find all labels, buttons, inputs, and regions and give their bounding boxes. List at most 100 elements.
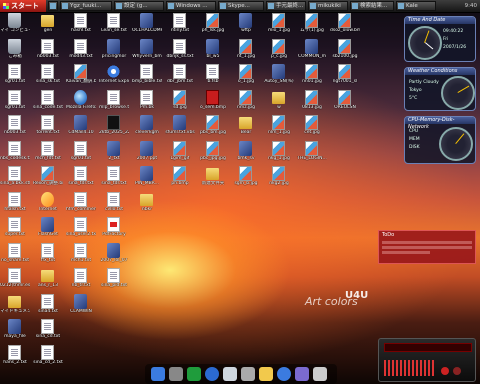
taskbar-button[interactable]: Kale: [396, 1, 436, 11]
system-tray-clock[interactable]: 9:40: [440, 0, 480, 12]
desktop-icon[interactable]: ph_lsk.jpg: [198, 13, 228, 39]
desktop-icon[interactable]: マイドキュメント: [0, 294, 30, 320]
quicklaunch-button[interactable]: [48, 1, 58, 11]
desktop-icon[interactable]: mio_1.jpg: [264, 13, 294, 39]
desktop-icon[interactable]: PIN_MBR...: [132, 166, 162, 192]
desktop-icon[interactable]: wftp: [231, 13, 261, 39]
dock-disk-icon[interactable]: [241, 367, 255, 381]
desktop-icon[interactable]: p_c.jpg: [264, 38, 294, 65]
dock-network-icon[interactable]: [277, 367, 291, 381]
desktop-icon[interactable]: nb003.txt: [0, 115, 30, 141]
start-button[interactable]: スタート: [0, 0, 46, 12]
desktop-icon[interactable]: 新建文件夹: [198, 166, 228, 192]
desktop-icon[interactable]: sina_user2.txt: [66, 217, 96, 243]
taskbar-button[interactable]: 設定 (g...: [114, 1, 164, 11]
desktop-icon[interactable]: 2ktb_2025_22: [99, 115, 129, 141]
desktop-icon[interactable]: 0813.jpg: [297, 89, 327, 116]
desktop-icon[interactable]: Mozilla Firefox: [66, 89, 96, 116]
desktop-icon[interactable]: Lgim_gif: [165, 140, 195, 167]
desktop-icon[interactable]: hfm_comments: [66, 191, 96, 218]
desktop-icon[interactable]: nt_1.jpg: [231, 38, 261, 65]
desktop-icon[interactable]: hans_2.txt: [0, 344, 30, 371]
media-player-widget[interactable]: [378, 338, 476, 382]
desktop-icon[interactable]: dbnjk_ss.txt: [165, 38, 195, 65]
desktop-icon[interactable]: Whyvern_bm: [132, 38, 162, 65]
desktop-icon[interactable]: sb2100.jpg: [330, 38, 360, 65]
desktop-icon[interactable]: Lean_se.txt: [99, 13, 129, 39]
desktop-icon[interactable]: sina_pid.txt: [99, 268, 129, 294]
desktop-icon[interactable]: gen: [33, 13, 63, 39]
desktop-icon[interactable]: sfuml.txt.vbs: [165, 115, 195, 141]
desktop-icon[interactable]: Internet Explorer: [99, 64, 129, 90]
desktop-icon[interactable]: sina4.txt: [33, 293, 63, 320]
play-icon[interactable]: [441, 367, 449, 375]
desktop-icon[interactable]: COMMON_m: [297, 38, 327, 65]
desktop-icon[interactable]: Autoy_SN(%): [264, 64, 294, 90]
desktop-icon[interactable]: pricingmor: [99, 38, 129, 65]
desktop-icon[interactable]: ntiny.txt: [165, 13, 195, 39]
desktop-icon[interactable]: cvllo.txt: [99, 191, 129, 218]
desktop-icon[interactable]: sgr01.txt: [66, 140, 96, 167]
taskbar-button[interactable]: Skype...: [218, 1, 264, 11]
dock-tool-icon[interactable]: [313, 367, 327, 381]
desktop-icon[interactable]: maya_file: [0, 319, 30, 345]
dock-media-icon[interactable]: [295, 367, 309, 381]
desktop-icon[interactable]: sina_cd_2.txt: [33, 344, 63, 371]
desktop-icon[interactable]: Bear: [231, 115, 261, 141]
desktop-icon[interactable]: super.txt: [0, 217, 30, 243]
desktop-icon[interactable]: nlm_1.jpg: [264, 115, 294, 141]
desktop-icon[interactable]: pbs_bm.jpg: [198, 115, 228, 141]
desktop-icon[interactable]: ごみ箱: [0, 38, 30, 65]
desktop-icon[interactable]: THE_LOGIN...: [297, 140, 327, 167]
desktop-icon[interactable]: sina_a.bkk.stk: [0, 166, 30, 192]
desktop-icon[interactable]: w: [264, 90, 294, 116]
desktop-icon[interactable]: ffx_txt: [33, 242, 63, 269]
desktop-icon[interactable]: o_1.jpg: [231, 64, 261, 90]
desktop-icon[interactable]: OCLHALCDMF: [132, 13, 162, 39]
time-date-gadget[interactable]: Time And Date 09:40:22 Fri 2007/1/26: [404, 16, 476, 62]
taskbar-button[interactable]: Ygz_fuuki...: [60, 1, 112, 11]
desktop-icon[interactable]: 0212(thmr.esp): [0, 268, 30, 294]
desktop-icon[interactable]: sina_code.txt: [33, 89, 63, 116]
desktop-icon[interactable]: OREOLSN: [330, 89, 360, 116]
cpu-meter-gadget[interactable]: CPU-Memory-Disk-Network CPU MEM DISK: [404, 116, 476, 164]
weather-gadget[interactable]: Weather Conditions Partly Cloudy Tokyo 5…: [404, 67, 476, 111]
desktop-icon[interactable]: Rexon_調整.bmp: [33, 166, 63, 192]
desktop-icon[interactable]: PdfFactory: [99, 217, 129, 243]
desktop-icon[interactable]: sd.jpg: [165, 89, 195, 116]
desktop-icon[interactable]: sina_tdr.txt: [66, 166, 96, 192]
desktop-icon[interactable]: dbr_jbm.txt: [165, 64, 195, 90]
desktop-icon[interactable]: mch1.txt: [66, 242, 96, 269]
desktop-icon[interactable]: 2007_lol_07: [99, 242, 129, 269]
desktop-icon[interactable]: マイ コンピュータ: [0, 13, 30, 39]
taskbar-button[interactable]: 検索結果...: [350, 1, 394, 11]
desktop-icon[interactable]: ngt7001_sl: [330, 64, 360, 90]
desktop-icon[interactable]: CLAMWIN: [66, 293, 96, 320]
desktop-icon[interactable]: nmz.jpg: [231, 89, 261, 116]
desktop-icon[interactable]: sgr01.txt: [0, 64, 30, 90]
stop-icon[interactable]: [453, 367, 461, 375]
desktop-icon[interactable]: cleverkgm: [132, 115, 162, 141]
desktop-icon[interactable]: cet.jpg: [297, 115, 327, 141]
desktop-icon[interactable]: mlp_browse.txt: [99, 89, 129, 116]
desktop-icon[interactable]: Pm.bk: [132, 89, 162, 116]
desktop-icon[interactable]: mch_fdt.txt: [33, 140, 63, 167]
desktop-icon[interactable]: pbc_jpg.jpg: [198, 140, 228, 167]
desktop-icon[interactable]: sina_tdr.txt: [99, 166, 129, 192]
taskbar-button[interactable]: Windows ...: [166, 1, 216, 11]
todo-gadget[interactable]: ToDo: [378, 230, 476, 264]
dock-globe-icon[interactable]: [205, 367, 219, 381]
desktop-icon[interactable]: b.fsb: [198, 64, 228, 90]
desktop-icon[interactable]: ムサ(1).jpg: [297, 13, 327, 39]
desktop-icon[interactable]: o_sem.bmp: [198, 89, 228, 116]
desktop-icon[interactable]: ph.bmp: [165, 166, 195, 192]
desktop-icon[interactable]: dsoz_olow.bmp: [330, 13, 360, 39]
taskbar-button[interactable]: 手元最終...: [266, 1, 306, 11]
desktop-icon[interactable]: 2007.ppt: [132, 140, 162, 167]
desktop-icon[interactable]: no_share.txt: [0, 242, 30, 269]
desktop-icon[interactable]: FlashGet: [33, 217, 63, 243]
desktop-icon[interactable]: hashl.txt: [66, 13, 96, 39]
desktop-icon[interactable]: nn01.jpg: [297, 64, 327, 90]
desktop-icon[interactable]: nb003.txt: [33, 38, 63, 65]
desktop-icon[interactable]: sgr01.txt: [0, 89, 30, 116]
